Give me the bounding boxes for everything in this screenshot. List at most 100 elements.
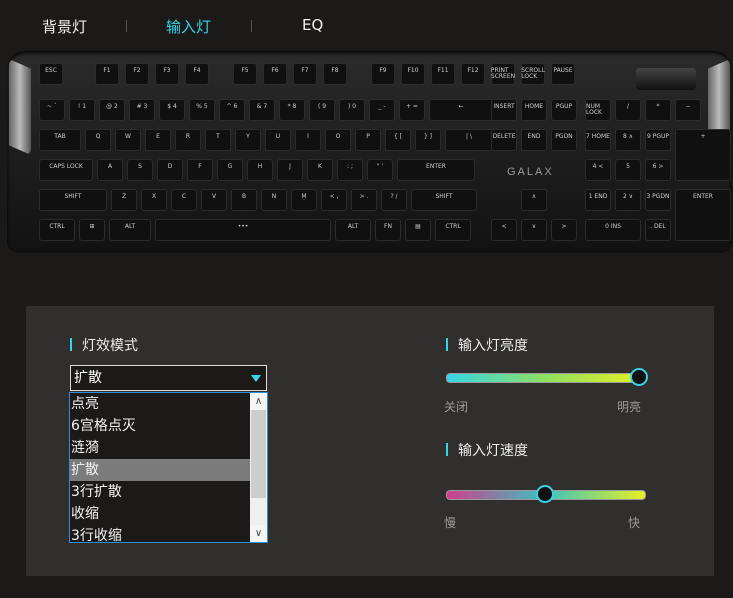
keyboard-key: TAB <box>39 129 81 151</box>
keyboard-key: + = <box>399 99 425 121</box>
keyboard-key: Y <box>235 129 261 151</box>
keyboard-key: CTRL <box>39 219 75 241</box>
keyboard-key: ? / <box>381 189 407 211</box>
speed-max-label: 快 <box>628 516 641 530</box>
keyboard-image: GALAX ESC F1 F2 F3 F4 F5 F6 F7 F8 F9 F10 F11 F12 PRIN… <box>7 51 732 253</box>
scroll-up-icon[interactable]: ∧ <box>250 393 267 410</box>
keyboard-key: < , <box>321 189 347 211</box>
dropdown-option[interactable]: 3行收缩 <box>70 525 252 542</box>
keyboard-key: F12 <box>461 63 485 85</box>
keyboard-key: F1 <box>95 63 119 85</box>
keyboard-key: Q <box>85 129 111 151</box>
keyboard-key: F8 <box>323 63 347 85</box>
keyboard-key: ~ ` <box>39 99 65 121</box>
keyboard-key: % 5 <box>189 99 215 121</box>
keyboard-key: 2 ∨ <box>615 189 641 211</box>
keyboard-key: 8 ∧ <box>615 129 641 151</box>
keyboard-key: CAPS LOCK <box>39 159 93 181</box>
keyboard-wing-left <box>9 59 31 155</box>
speed-slider-thumb[interactable] <box>536 485 554 503</box>
keyboard-key: F5 <box>233 63 257 85</box>
keyboard-key: : ; <box>337 159 363 181</box>
keyboard-key: SHIFT <box>411 189 477 211</box>
keyboard-key: F <box>187 159 213 181</box>
keyboard-key: 7 HOME <box>585 129 611 151</box>
caret-down-icon[interactable] <box>251 375 261 382</box>
effect-mode-dropdown[interactable]: 点亮 6宫格点灭 涟漪 扩散 3行扩散 收缩 3行收缩 ∧ ∨ <box>69 392 268 543</box>
keyboard-key: F9 <box>371 63 395 85</box>
keyboard-key: H <box>247 159 273 181</box>
keyboard-key: 4 < <box>585 159 611 181</box>
keyboard-key: F4 <box>185 63 209 85</box>
keyboard-key: V <box>201 189 227 211</box>
tab-bar: 背景灯 输入灯 EQ <box>0 0 733 50</box>
keyboard-key: . DEL <box>645 219 671 241</box>
scroll-down-icon[interactable]: ∨ <box>250 525 267 542</box>
keyboard-key: 9 PGUP <box>645 129 671 151</box>
keyboard-key: C <box>171 189 197 211</box>
keyboard-key: @ 2 <box>99 99 125 121</box>
keyboard-key: S <box>127 159 153 181</box>
keyboard-key: − <box>675 99 701 121</box>
keyboard-key: N <box>261 189 287 211</box>
keyboard-key: ENTER <box>675 189 731 241</box>
keyboard-key: ∧ <box>521 189 547 211</box>
effect-mode-title: 灯效模式 <box>70 335 138 355</box>
tab-eq[interactable]: EQ <box>302 16 323 34</box>
keyboard-key: Z <box>111 189 137 211</box>
brightness-slider-thumb[interactable] <box>630 368 648 386</box>
keyboard-key: PAUSE <box>551 63 575 85</box>
keyboard-key: R <box>175 129 201 151</box>
dropdown-option[interactable]: 涟漪 <box>70 437 252 459</box>
keyboard-key: 1 END <box>585 189 611 211</box>
keyboard-key: E <box>145 129 171 151</box>
effect-mode-select[interactable]: 扩散 <box>70 365 267 391</box>
keyboard-key: * <box>645 99 671 121</box>
keyboard-key: P <box>355 129 381 151</box>
keyboard-key: F7 <box>293 63 317 85</box>
keyboard-key: _ - <box>369 99 395 121</box>
dropdown-option[interactable]: 点亮 <box>70 393 252 415</box>
keyboard-key: F3 <box>155 63 179 85</box>
keyboard-key: G <box>217 159 243 181</box>
keyboard-key: FN <box>375 219 401 241</box>
keyboard-key: 0 INS <box>585 219 641 241</box>
keyboard-key: / <box>615 99 641 121</box>
dropdown-option[interactable]: 6宫格点灭 <box>70 415 252 437</box>
brightness-max-label: 明亮 <box>617 400 642 414</box>
keyboard-key: D <box>157 159 183 181</box>
keyboard-key: T <box>205 129 231 151</box>
keyboard-key: + <box>675 129 731 181</box>
dropdown-scrollbar[interactable]: ∧ ∨ <box>250 393 267 542</box>
dropdown-option-selected[interactable]: 扩散 <box>70 459 252 481</box>
keyboard-key: # 3 <box>129 99 155 121</box>
volume-knob <box>636 68 696 90</box>
tab-backlight[interactable]: 背景灯 <box>42 16 87 37</box>
keyboard-key: { [ <box>385 129 411 151</box>
keyboard-key: ALT <box>335 219 371 241</box>
keyboard-key: ⊞ <box>79 219 105 241</box>
keyboard-key: F6 <box>263 63 287 85</box>
keyboard-key: ! 1 <box>69 99 95 121</box>
keyboard-key: A <box>97 159 123 181</box>
keyboard-key: W <box>115 129 141 151</box>
brand-logo: GALAX <box>507 166 554 178</box>
keyboard-key: M <box>291 189 317 211</box>
brightness-title: 输入灯亮度 <box>446 335 528 355</box>
keyboard-key: ∨ <box>521 219 547 241</box>
keyboard-key: " ' <box>367 159 393 181</box>
keyboard-key: X <box>141 189 167 211</box>
keyboard-key: ESC <box>39 63 63 85</box>
keyboard-key: U <box>265 129 291 151</box>
keyboard-key: ••• <box>155 219 331 241</box>
keyboard-key: < <box>491 219 517 241</box>
keyboard-key: F11 <box>431 63 455 85</box>
dropdown-option[interactable]: 3行扩散 <box>70 481 252 503</box>
brightness-slider-track[interactable] <box>446 373 646 383</box>
dropdown-option[interactable]: 收缩 <box>70 503 252 525</box>
speed-title: 输入灯速度 <box>446 440 528 460</box>
effect-mode-value: 扩散 <box>74 370 102 386</box>
keyboard-key: > <box>551 219 577 241</box>
tab-input-light[interactable]: 输入灯 <box>166 16 211 37</box>
scroll-thumb[interactable] <box>251 410 266 498</box>
